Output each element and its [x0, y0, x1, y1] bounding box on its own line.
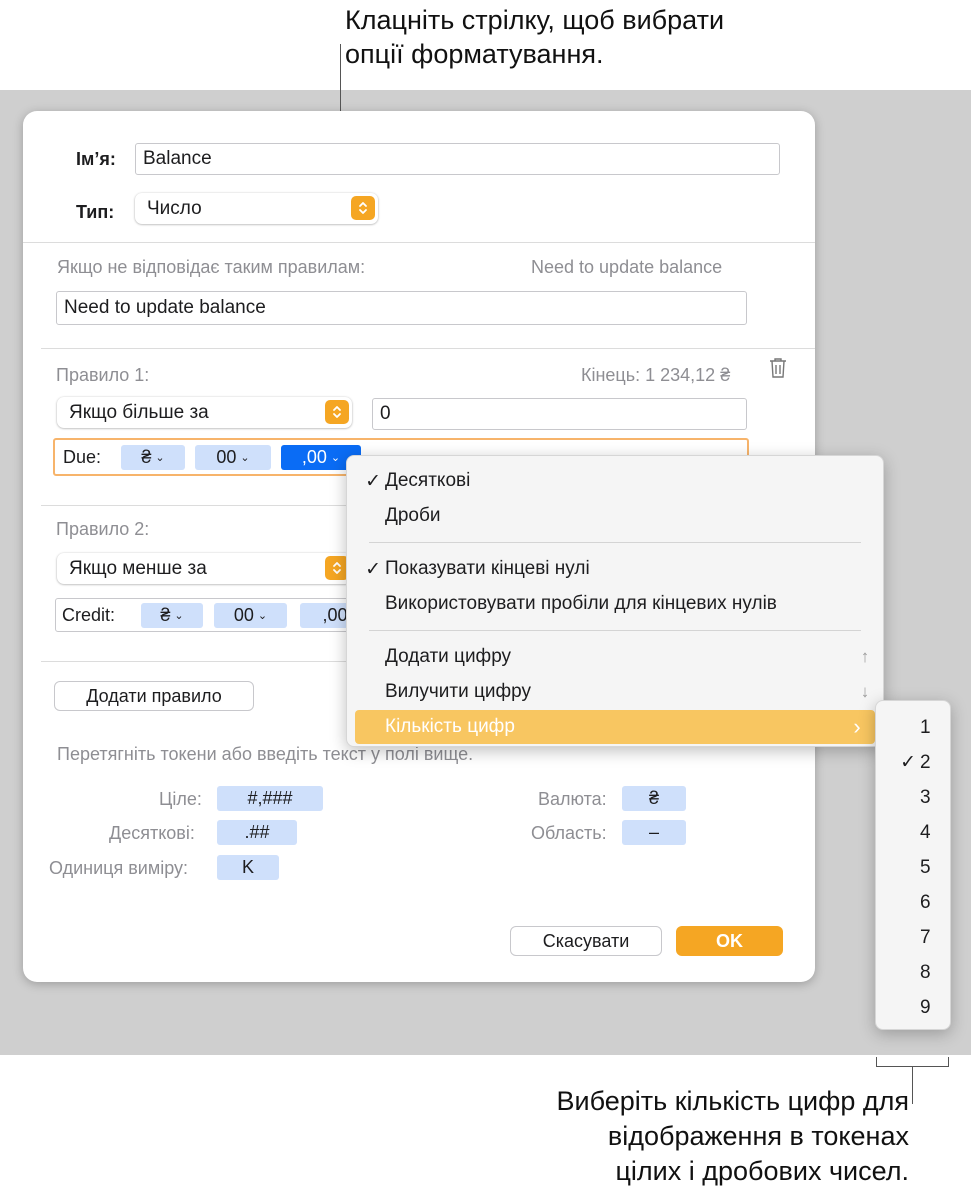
digit-count-submenu: 1 ✓ 2 3 4 5 6 7 8 9	[875, 700, 951, 1030]
currency-legend-token[interactable]: ₴	[622, 786, 686, 811]
checkmark-icon: ✓	[900, 752, 916, 773]
divider-add	[41, 661, 361, 662]
rule1-stepper-icon[interactable]	[325, 400, 349, 424]
rule2-format-field[interactable]: Credit: ₴ ⌄ 00 ⌄ ,00	[55, 598, 355, 632]
bottom-callout-line3: цілих і дробових чисел.	[615, 1156, 909, 1186]
name-value: Balance	[143, 148, 212, 169]
name-label: Ім’я:	[76, 149, 116, 169]
menu-item-use-spaces[interactable]: Використовувати пробіли для кінцевих нул…	[347, 587, 883, 621]
type-stepper-icon[interactable]	[351, 196, 375, 220]
integer-label: Ціле:	[159, 789, 202, 809]
no-match-label: Якщо не відповідає таким правилам:	[57, 257, 366, 277]
scope-legend-token[interactable]: –	[622, 820, 686, 845]
menu-separator	[369, 630, 861, 631]
rule2-condition-value: Якщо менше за	[69, 557, 207, 579]
submenu-item-7[interactable]: 7	[876, 920, 950, 955]
submenu-item-6[interactable]: 6	[876, 885, 950, 920]
add-rule-button[interactable]: Додати правило	[54, 681, 254, 711]
type-value: Число	[147, 197, 202, 219]
rule1-label: Правило 1:	[56, 365, 150, 385]
rule1-value: 0	[380, 403, 391, 424]
rule2-label: Правило 2:	[56, 519, 150, 539]
bracket-right	[948, 1057, 949, 1067]
checkmark-icon: ✓	[365, 558, 381, 580]
ok-button[interactable]: OK	[676, 926, 783, 956]
divider-rule1	[41, 348, 815, 349]
rule1-condition-value: Якщо більше за	[69, 401, 209, 423]
menu-item-add-digit[interactable]: Додати цифру ↑	[347, 640, 883, 674]
menu-item-show-trailing-zeros[interactable]: ✓ Показувати кінцеві нулі	[347, 552, 883, 586]
type-label: Тип:	[76, 202, 115, 222]
currency-label: Валюта:	[538, 789, 607, 809]
bottom-callout-leader	[912, 1066, 913, 1104]
unit-legend-token[interactable]: K	[217, 855, 279, 880]
chevron-down-icon: ⌄	[240, 452, 250, 464]
arrow-up-icon: ↑	[860, 647, 870, 666]
chevron-down-icon: ⌄	[330, 452, 341, 464]
checkmark-icon: ✓	[365, 470, 381, 492]
top-callout-line2: опції форматування.	[345, 39, 604, 69]
rule1-integer-token[interactable]: 00 ⌄	[195, 445, 271, 470]
rule2-currency-token[interactable]: ₴ ⌄	[141, 603, 203, 628]
rule1-preview: Кінець: 1 234,12 ₴	[581, 365, 731, 385]
cancel-button[interactable]: Скасувати	[510, 926, 662, 956]
submenu-item-2[interactable]: ✓ 2	[876, 745, 950, 780]
integer-legend-token[interactable]: #,###	[217, 786, 323, 811]
menu-item-decimals[interactable]: ✓ Десяткові	[347, 464, 883, 498]
bottom-callout-line2: відображення в токенах	[607, 1121, 909, 1151]
menu-item-fractions[interactable]: Дроби	[347, 499, 883, 533]
scope-label: Область:	[531, 823, 607, 843]
rule2-integer-token[interactable]: 00 ⌄	[214, 603, 287, 628]
no-match-field[interactable]: Need to update balance	[56, 291, 747, 325]
bottom-callout-line1: Виберіть кількість цифр для	[556, 1086, 909, 1116]
divider-top	[23, 242, 815, 243]
menu-separator	[369, 542, 861, 543]
name-field[interactable]: Balance	[135, 143, 780, 175]
rule2-prefix: Credit:	[62, 605, 116, 625]
chevron-down-icon: ⌄	[174, 610, 184, 622]
chevron-right-icon: ›	[853, 714, 861, 739]
no-match-preview: Need to update balance	[531, 257, 723, 277]
submenu-item-8[interactable]: 8	[876, 955, 950, 990]
unit-label: Одиниця виміру:	[49, 858, 189, 878]
rule1-currency-token[interactable]: ₴ ⌄	[121, 445, 185, 470]
submenu-item-9[interactable]: 9	[876, 990, 950, 1025]
type-popup[interactable]: Число	[135, 193, 378, 224]
submenu-item-1[interactable]: 1	[876, 710, 950, 745]
submenu-item-5[interactable]: 5	[876, 850, 950, 885]
rule1-value-field[interactable]: 0	[372, 398, 747, 430]
rule1-prefix: Due:	[63, 447, 102, 467]
hint-text: Перетягніть токени або введіть текст у п…	[57, 744, 474, 764]
rule2-condition-popup[interactable]: Якщо менше за	[57, 553, 352, 584]
menu-item-digit-count[interactable]: Кількість цифр ›	[355, 710, 875, 744]
submenu-item-4[interactable]: 4	[876, 815, 950, 850]
decimal-label: Десяткові:	[109, 823, 195, 843]
trash-icon[interactable]	[767, 356, 789, 385]
chevron-down-icon: ⌄	[155, 452, 165, 464]
no-match-value: Need to update balance	[64, 297, 266, 318]
rule1-condition-popup[interactable]: Якщо більше за	[57, 397, 352, 428]
chevron-down-icon: ⌄	[257, 610, 268, 622]
menu-item-remove-digit[interactable]: Вилучити цифру ↓	[347, 675, 883, 709]
divider-rule2	[41, 505, 361, 506]
format-menu: ✓ Десяткові Дроби ✓ Показувати кінцеві н…	[346, 455, 884, 747]
submenu-item-3[interactable]: 3	[876, 780, 950, 815]
decimal-legend-token[interactable]: .##	[217, 820, 297, 845]
arrow-down-icon: ↓	[860, 682, 870, 701]
top-callout-line1: Клацніть стрілку, щоб вибрати	[345, 5, 725, 35]
